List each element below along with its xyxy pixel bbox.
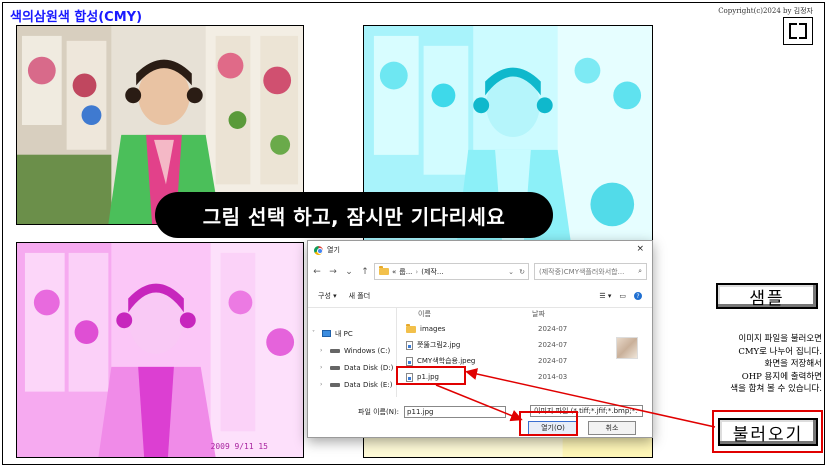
loading-toast: 그림 선택 하고, 잠시만 기다리세요 (155, 192, 553, 238)
chevron-right-icon[interactable]: › (320, 381, 326, 388)
help-icon[interactable]: ? (634, 292, 642, 300)
chevron-right-icon[interactable]: › (320, 347, 326, 354)
image-file-icon (406, 356, 413, 366)
load-button[interactable]: 불러오기 (718, 418, 818, 446)
chevron-down-icon[interactable]: ˅ (312, 330, 318, 337)
nav-item-label: Data Disk (D:) (344, 363, 394, 372)
new-folder-button[interactable]: 새 폴더 (349, 291, 371, 301)
list-item[interactable]: 쯧뚫그림2.jpg 2024-07 (400, 337, 638, 353)
photo-date-stamp: 2009 9/11 15 (211, 442, 269, 451)
nav-item-label: Data Disk (E:) (344, 380, 393, 389)
image-file-icon (406, 340, 413, 350)
nav-item-e-drive[interactable]: › Data Disk (E:) (312, 376, 394, 393)
filename-input[interactable]: p11.jpg (404, 406, 507, 418)
chevron-down-icon[interactable]: ⌄ (344, 267, 354, 277)
disk-icon (330, 382, 340, 387)
file-date: 2024-07 (538, 341, 568, 349)
dialog-close-button[interactable]: × (636, 244, 644, 254)
nav-item-c-drive[interactable]: › Windows (C:) (312, 342, 394, 359)
nav-item-label: 내 PC (335, 329, 353, 338)
nav-item-label: Windows (C:) (344, 346, 391, 355)
preview-pane-icon[interactable]: ▭ (619, 292, 626, 300)
info-line: 이미지 파일을 불러오면 (738, 334, 822, 344)
info-line: CMY로 나누어 집니다. (738, 346, 822, 357)
info-text: 이미지 파일을 불러오면 CMY로 나누어 집니다. 화면을 저장해서 OHP … (712, 333, 822, 396)
folder-icon (406, 323, 416, 333)
pc-icon (322, 330, 331, 337)
info-line: 화면을 저장해서 (764, 359, 822, 369)
copyright-text: Copyright(c)2024 by 김정자 (718, 7, 813, 15)
chrome-icon (314, 245, 323, 255)
dialog-title: 열기 (327, 246, 340, 254)
refresh-icon[interactable]: ↻ (519, 268, 525, 276)
app-title: 색의삼원색 합성(CMY) (10, 10, 143, 25)
up-arrow-icon[interactable]: ↑ (360, 267, 370, 277)
disk-icon (330, 365, 340, 370)
column-headers: 이름 날짜 (400, 307, 638, 321)
folder-icon (379, 266, 389, 275)
cancel-button[interactable]: 취소 (588, 421, 636, 435)
disk-icon (330, 348, 340, 353)
file-date: 2014-03 (538, 373, 568, 381)
file-date: 2024-07 (538, 357, 568, 365)
path-field[interactable]: « 룹... › (제작... ⌄ ↻ (374, 263, 529, 280)
filename-label: 파일 이름(N): (358, 408, 400, 416)
nav-item-this-pc[interactable]: ˅ 내 PC (312, 325, 394, 342)
back-arrow-icon[interactable]: ← (312, 267, 322, 277)
view-options-icon[interactable]: ☰ ▾ (599, 292, 611, 300)
fullscreen-button[interactable] (783, 17, 813, 45)
path-part-1[interactable]: 룹... (399, 267, 412, 277)
dialog-toolbar: 구성 ▾ 새 폴더 ☰ ▾ ▭ ? (312, 289, 650, 303)
p1-highlight-box (396, 366, 466, 385)
file-date: 2024-07 (538, 325, 568, 333)
file-name: images (420, 325, 446, 333)
column-date[interactable]: 날짜 (532, 309, 545, 319)
search-input[interactable]: (제작중)CMY색플러와서합... ⌕ (534, 263, 647, 280)
path-dropdown-icon[interactable]: ⌄ (508, 268, 514, 276)
forward-arrow-icon[interactable]: → (328, 267, 338, 277)
chevron-right-icon[interactable]: › (320, 364, 326, 371)
dialog-titlebar: 열기 (308, 241, 652, 259)
path-part-2[interactable]: (제작... (421, 267, 443, 277)
filename-value: p11.jpg (407, 408, 434, 416)
sample-button[interactable]: 샘플 (716, 283, 818, 309)
open-highlight-box (519, 411, 578, 436)
search-placeholder: (제작중)CMY색플러와서합... (539, 267, 625, 276)
file-name: 쯧뚫그림2.jpg (417, 341, 461, 349)
navigation-pane: ˅ 내 PC › Windows (C:) › Data Disk (D:) ›… (312, 325, 394, 393)
info-line: OHP 용지에 출력하면 (741, 371, 822, 382)
file-name: CMY색학습용.jpeg (417, 357, 476, 365)
search-icon: ⌕ (638, 267, 642, 275)
filename-row: 파일 이름(N): p11.jpg (358, 405, 507, 419)
column-name[interactable]: 이름 (400, 309, 532, 319)
list-item[interactable]: images 2024-07 (400, 321, 638, 337)
organize-menu[interactable]: 구성 ▾ (318, 291, 337, 301)
info-line: 색을 합쳐 볼 수 있습니다. (730, 384, 822, 394)
open-file-dialog: 열기 × ← → ⌄ ↑ « 룹... › (제작... ⌄ ↻ (제작중)CM… (307, 240, 653, 438)
magenta-photo: 2009 9/11 15 (16, 242, 304, 458)
address-bar: ← → ⌄ ↑ « 룹... › (제작... ⌄ ↻ (제작중)CMY색플러와… (312, 263, 650, 281)
preview-thumbnail (616, 337, 638, 359)
nav-item-d-drive[interactable]: › Data Disk (D:) (312, 359, 394, 376)
path-prefix: « (392, 267, 397, 276)
